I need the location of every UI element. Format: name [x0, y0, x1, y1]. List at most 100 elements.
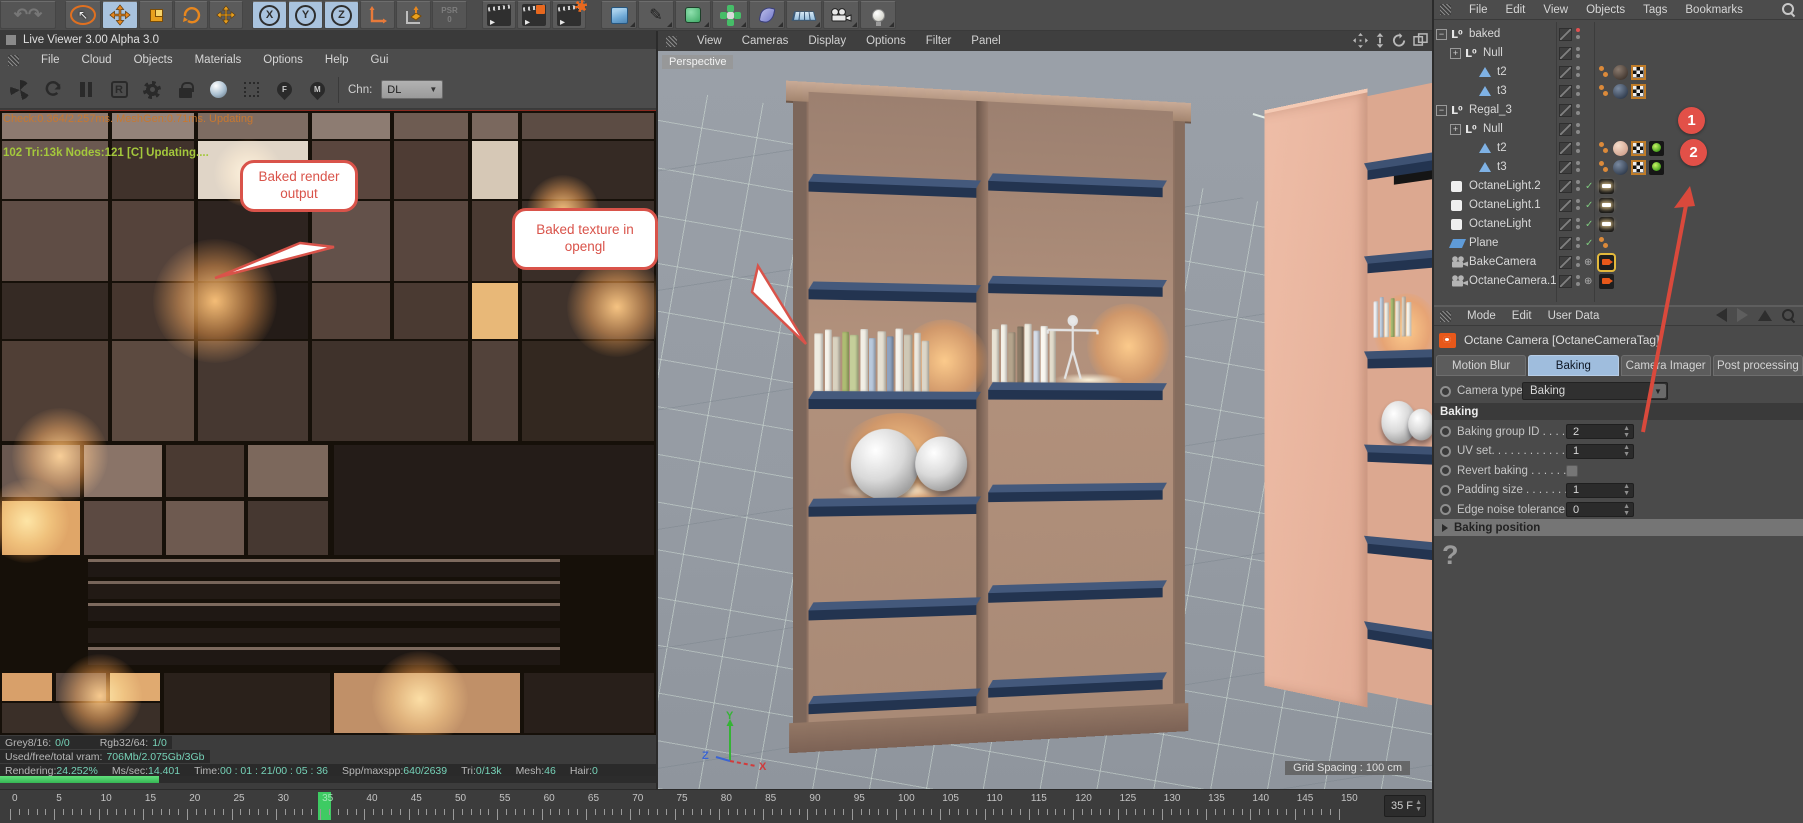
parent-up-icon[interactable]	[1758, 309, 1772, 321]
tree-item-t2[interactable]: t2	[1434, 139, 1803, 157]
layer-box-icon[interactable]	[1559, 255, 1572, 269]
light-icon[interactable]	[860, 1, 896, 29]
bake-texture-tag-icon[interactable]	[1649, 140, 1664, 156]
layer-box-icon[interactable]	[1559, 27, 1572, 41]
lv-menu-help[interactable]: Help	[325, 54, 349, 66]
workplane-icon[interactable]	[396, 1, 431, 29]
material-picker-icon[interactable]: M	[305, 78, 329, 102]
reset-icon[interactable]: R	[107, 78, 131, 102]
menu-grip-icon[interactable]	[1440, 310, 1451, 322]
rotate-tool-icon[interactable]	[174, 1, 208, 29]
layer-box-icon[interactable]	[1559, 46, 1572, 60]
tree-item-null[interactable]: + L⁰ Null	[1434, 44, 1803, 62]
history-back-icon[interactable]	[1716, 308, 1727, 322]
tree-item-label[interactable]: OctaneLight.1	[1469, 199, 1541, 211]
visibility-dots-icon[interactable]	[1576, 256, 1581, 268]
visibility-dots-icon[interactable]	[1576, 199, 1581, 211]
viewport-pan-icon[interactable]	[1353, 33, 1368, 48]
mannequin-figure[interactable]	[1044, 313, 1101, 384]
camera-label[interactable]: Perspective	[662, 55, 734, 69]
tree-item-regal_3[interactable]: − L⁰ Regal_3	[1434, 101, 1803, 119]
visibility-dots-icon[interactable]	[1576, 47, 1581, 59]
attr-search-icon[interactable]	[1782, 308, 1795, 322]
restart-render-icon[interactable]	[41, 78, 65, 102]
octane-light-tag-icon[interactable]	[1599, 216, 1614, 232]
lock-y-axis-icon[interactable]: Y	[288, 1, 323, 29]
baking-position-group[interactable]: Baking position	[1434, 519, 1803, 536]
tree-item-octanelight[interactable]: OctaneLight ✓	[1434, 215, 1803, 233]
render-settings-icon[interactable]	[552, 0, 587, 29]
visibility-dots-icon[interactable]	[1576, 180, 1581, 192]
octane-light-tag-icon[interactable]	[1599, 178, 1614, 194]
expander-icon[interactable]: +	[1450, 47, 1461, 59]
layer-box-icon[interactable]	[1559, 84, 1572, 98]
uvw-tag-icon[interactable]	[1631, 83, 1646, 99]
array-generator-icon[interactable]	[712, 1, 748, 29]
octane-camera-tag-icon[interactable]	[1597, 252, 1616, 272]
uvw-tag-icon[interactable]	[1631, 64, 1646, 80]
last-tool-icon[interactable]	[209, 1, 243, 29]
attr-checkbox[interactable]	[1566, 464, 1578, 477]
octane-light-tag-icon[interactable]	[1599, 197, 1614, 213]
tree-item-label[interactable]: Null	[1483, 47, 1503, 59]
search-icon[interactable]	[1782, 3, 1795, 16]
camera-target-icon[interactable]: ⊕	[1584, 276, 1592, 287]
expander-icon[interactable]: +	[1450, 123, 1461, 135]
layer-box-icon[interactable]	[1559, 141, 1572, 155]
visibility-dots-icon[interactable]	[1576, 123, 1581, 135]
psr-icon[interactable]: PSR 0	[432, 1, 467, 29]
camera-icon[interactable]	[823, 1, 859, 29]
lv-menu-objects[interactable]: Objects	[134, 54, 173, 66]
viewport-scene[interactable]: Perspective Grid Spacing : 100 cm Y X Z	[658, 51, 1432, 789]
current-frame-field[interactable]: 35 F ▲ ▼	[1384, 795, 1426, 817]
expander-icon[interactable]: −	[1436, 28, 1447, 40]
tree-item-octanecamera.1[interactable]: OctaneCamera.1 ⊕	[1434, 272, 1803, 290]
tree-item-label[interactable]: t2	[1497, 66, 1507, 78]
tree-item-label[interactable]: OctaneLight	[1469, 218, 1531, 230]
viewport-3d[interactable]: View Cameras Display Options Filter Pane…	[658, 31, 1432, 789]
octane-logo-icon[interactable]	[8, 78, 32, 102]
lv-menu-cloud[interactable]: Cloud	[82, 54, 112, 66]
menu-grip-icon[interactable]	[1440, 4, 1451, 15]
camera-type-dropdown[interactable]: Baking ▼	[1522, 382, 1668, 400]
floor-icon[interactable]	[786, 1, 822, 29]
bake-texture-tag-icon[interactable]	[1649, 159, 1664, 175]
layer-box-icon[interactable]	[1559, 179, 1572, 193]
layer-box-icon[interactable]	[1559, 236, 1572, 250]
timeline-ruler[interactable]: 35 F ▲ ▼ 0 5 10 15 20 25 30 35 40 45 50 55 60 65 70 75 80 8…	[0, 789, 1432, 823]
render-region-icon[interactable]	[239, 78, 263, 102]
lock-x-axis-icon[interactable]: X	[252, 1, 287, 29]
tree-item-label[interactable]: Null	[1483, 123, 1503, 135]
bookshelf-regal3[interactable]	[1264, 73, 1432, 723]
uvw-tag-icon[interactable]	[1631, 140, 1646, 156]
tree-item-plane[interactable]: Plane ✓	[1434, 234, 1803, 252]
attr-menu-mode[interactable]: Mode	[1467, 310, 1496, 322]
visibility-dots-icon[interactable]	[1576, 85, 1581, 97]
om-menu-view[interactable]: View	[1543, 4, 1568, 16]
render-picture-viewer-icon[interactable]	[517, 1, 551, 29]
material-tag-icon[interactable]	[1613, 83, 1628, 99]
layer-box-icon[interactable]	[1559, 217, 1572, 231]
render-view-icon[interactable]	[482, 1, 516, 29]
tree-item-label[interactable]: Regal_3	[1469, 104, 1512, 116]
bookshelf-baked[interactable]	[786, 80, 1191, 754]
camera-target-icon[interactable]: ⊕	[1584, 257, 1592, 268]
attr-menu-userdata[interactable]: User Data	[1548, 310, 1600, 322]
settings-gear-icon[interactable]	[140, 78, 164, 102]
om-menu-tags[interactable]: Tags	[1643, 4, 1667, 16]
material-tag-icon[interactable]	[1613, 140, 1628, 156]
tree-item-bakecamera[interactable]: BakeCamera ⊕	[1434, 252, 1803, 272]
vp-menu-display[interactable]: Display	[808, 35, 846, 47]
phong-tag-icon[interactable]	[1599, 142, 1609, 154]
layer-box-icon[interactable]	[1559, 198, 1572, 212]
layer-box-icon[interactable]	[1559, 274, 1572, 288]
undo-icon[interactable]: ↶↷	[0, 1, 56, 29]
scale-tool-icon[interactable]	[139, 1, 173, 29]
add-cube-icon[interactable]	[601, 1, 637, 29]
layer-box-icon[interactable]	[1559, 65, 1572, 79]
visibility-dots-icon[interactable]	[1576, 218, 1581, 230]
layer-box-icon[interactable]	[1559, 160, 1572, 174]
tab-camera-imager[interactable]: Camera Imager	[1620, 355, 1711, 376]
live-selection-icon[interactable]: ↖	[65, 1, 101, 29]
expander-icon[interactable]: −	[1436, 104, 1447, 116]
